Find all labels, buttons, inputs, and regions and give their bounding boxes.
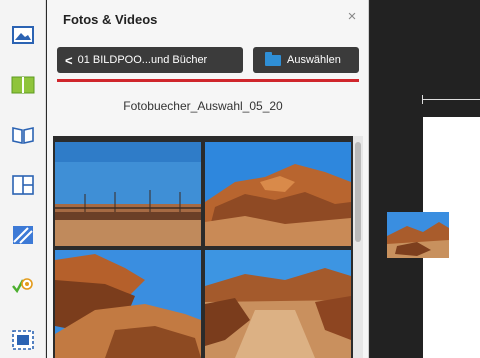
layout-icon[interactable] — [8, 70, 38, 100]
ruler-line — [422, 99, 480, 100]
book-icon[interactable] — [8, 120, 38, 150]
frame-icon[interactable] — [8, 325, 38, 355]
effects-icon[interactable] — [8, 270, 38, 300]
pattern-icon[interactable] — [8, 220, 38, 250]
dragged-photo-thumbnail[interactable] — [387, 212, 449, 258]
close-icon[interactable]: × — [344, 9, 360, 25]
back-folder-button[interactable]: < 01 BILDPOO...und Bücher — [57, 47, 243, 73]
tool-sidebar — [0, 0, 46, 358]
photo-canyon-path[interactable] — [205, 250, 351, 358]
editor-canvas[interactable] — [370, 0, 480, 358]
photo-grid — [53, 136, 353, 358]
select-button[interactable]: Auswählen — [253, 47, 359, 73]
photo-rock-formation[interactable] — [55, 250, 201, 358]
select-button-label: Auswählen — [287, 54, 341, 66]
photo-desert-fence[interactable] — [55, 142, 201, 246]
grid-layout-icon[interactable] — [8, 170, 38, 200]
accent-divider — [57, 79, 359, 82]
scrollbar-thumb[interactable] — [355, 142, 361, 242]
back-folder-label: 01 BILDPOO...und Bücher — [77, 54, 208, 66]
folder-icon — [265, 51, 281, 66]
chevron-left-icon: < — [65, 52, 73, 68]
panel-title: Fotos & Videos — [63, 12, 158, 27]
grid-scrollbar[interactable] — [353, 136, 363, 358]
current-folder-name: Fotobuecher_Auswahl_05_20 — [123, 99, 283, 113]
photos-videos-panel: Fotos & Videos × < 01 BILDPOO...und Büch… — [47, 0, 369, 358]
photo-red-rocks-blue-sky[interactable] — [205, 142, 351, 246]
photo-icon[interactable] — [8, 20, 38, 50]
